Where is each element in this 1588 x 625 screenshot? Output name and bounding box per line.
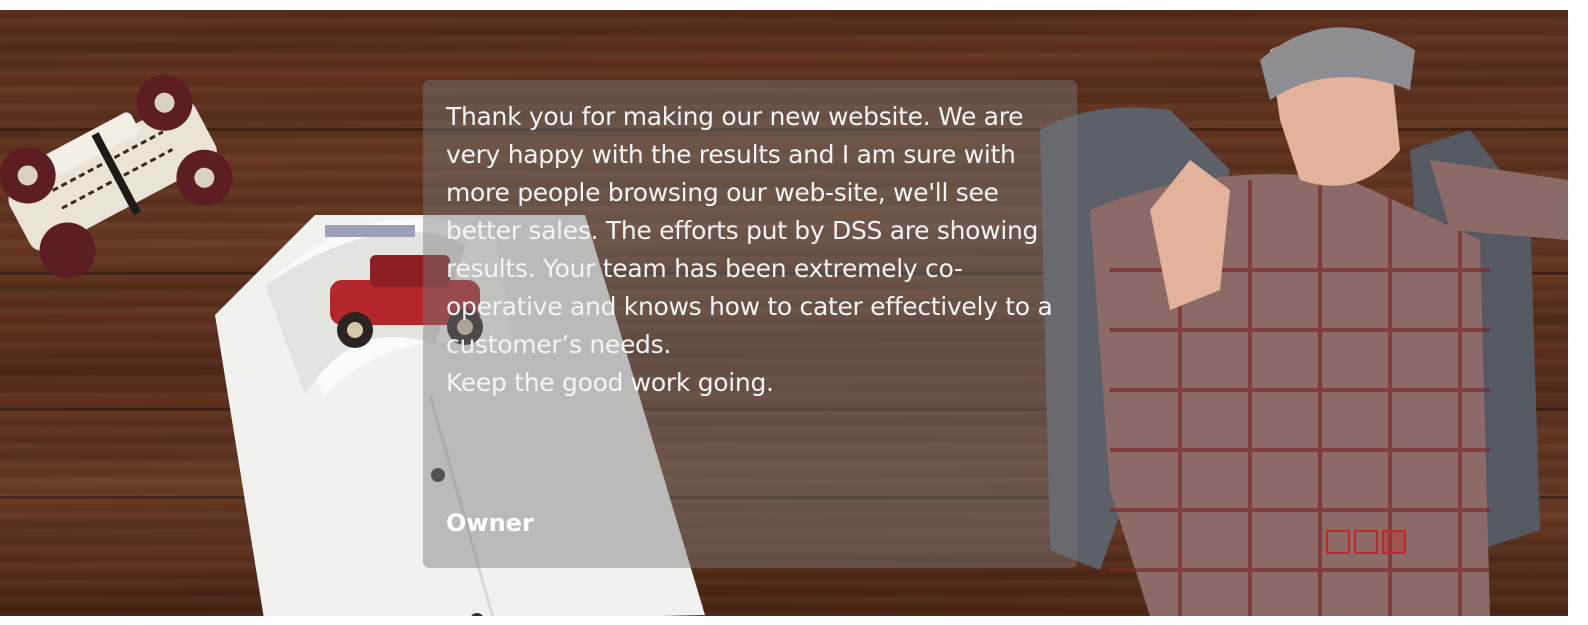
testimonial-panel: Thank you for making our new website. We… [423,80,1077,568]
testimonial-quote: Thank you for making our new website. We… [446,102,1053,397]
model-image [1040,27,1568,616]
slide-indicator-3[interactable] [1382,530,1406,554]
testimonial-banner: Thank you for making our new website. We… [0,10,1568,616]
slide-indicator-2[interactable] [1354,530,1378,554]
testimonial-author: Owner [446,509,534,537]
slide-indicator-1[interactable] [1326,530,1350,554]
slider-pager [1326,530,1406,554]
